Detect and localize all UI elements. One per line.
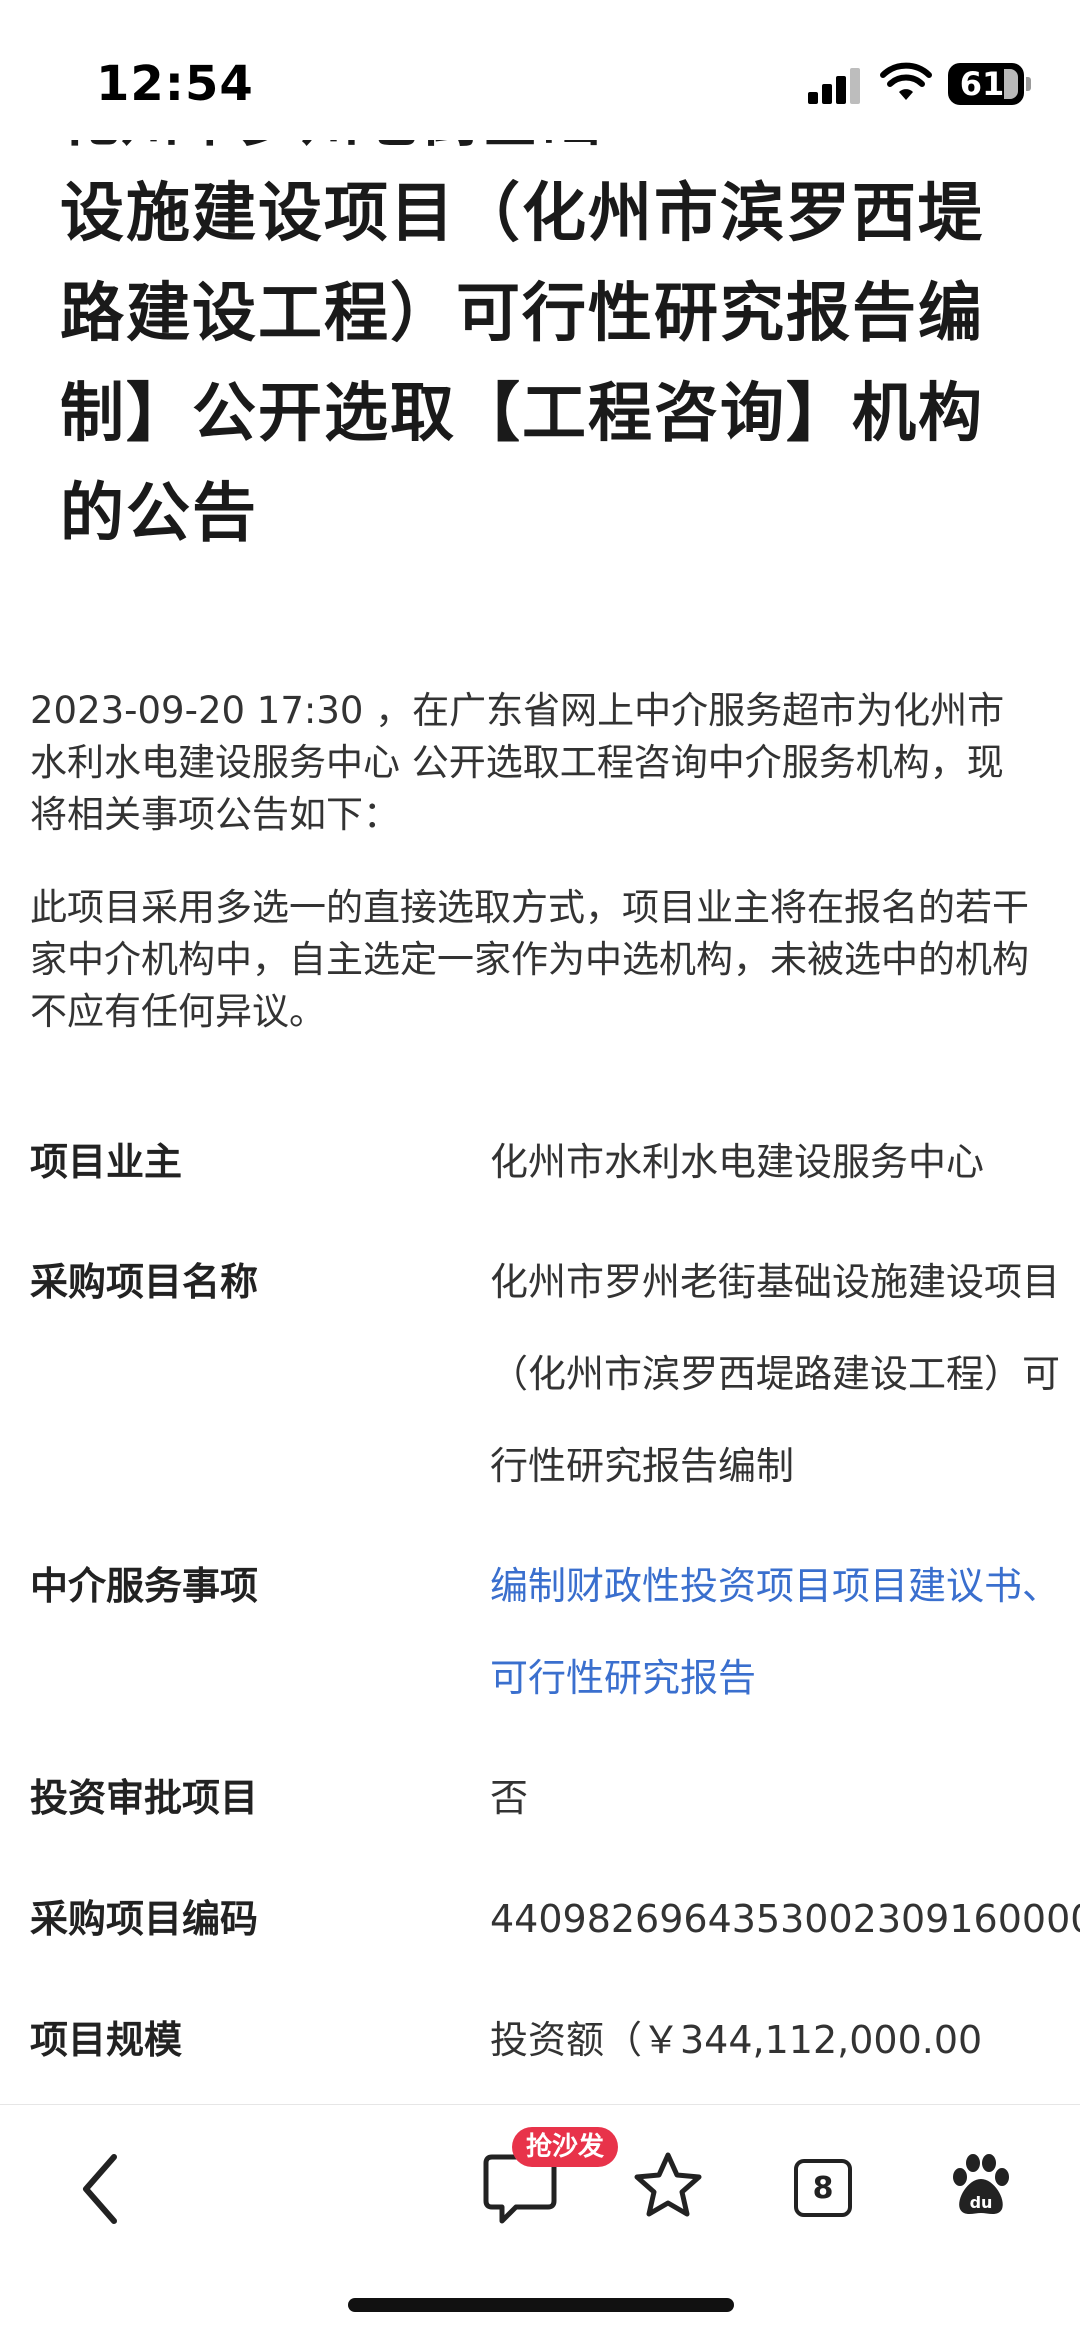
detail-value: 化州市水利水电建设服务中心: [490, 1140, 985, 1184]
cellular-signal-icon: [808, 66, 864, 104]
detail-value: 投资额（￥344,112,000.00: [490, 2018, 983, 2062]
intro-paragraph: 2023-09-20 17:30 ，在广东省网上中介服务超市为化州市水利水电建设…: [30, 689, 1005, 836]
article-title: 设施建设项目（化州市滨罗西堤路建设工程）可行性研究报告编制】公开选取【工程咨询】…: [60, 177, 984, 551]
baidu-paw-icon[interactable]: du: [946, 2141, 1016, 2231]
detail-value: 44098269643530023091600009: [490, 1897, 1080, 1941]
selection-rule-paragraph: 此项目采用多选一的直接选取方式，项目业主将在报名的若干家中介机构中，自主选定一家…: [30, 886, 1029, 1033]
tab-count: 8: [794, 2159, 852, 2217]
tabs-icon[interactable]: 8: [794, 2141, 854, 2231]
star-icon[interactable]: [630, 2141, 706, 2231]
detail-label: 项目业主: [30, 1140, 183, 1184]
status-bar: 12:54 61: [0, 0, 1080, 140]
comment-badge[interactable]: 抢沙发: [512, 2127, 619, 2167]
detail-label: 采购项目名称: [30, 1260, 259, 1304]
status-time: 12:54: [96, 56, 254, 112]
detail-value: 化州市罗州老街基础设施建设项目（化州市滨罗西堤路建设工程）可行性研究报告编制: [490, 1260, 1061, 1488]
svg-text:du: du: [970, 2193, 993, 2212]
detail-label: 中介服务事项: [30, 1564, 259, 1608]
wifi-icon: [880, 62, 932, 100]
battery-icon: 61: [948, 63, 1031, 105]
home-indicator: [348, 2298, 734, 2312]
detail-label: 项目规模: [30, 2018, 183, 2062]
back-arrow-icon[interactable]: [70, 2141, 130, 2237]
detail-label: 采购项目编码: [30, 1897, 259, 1941]
battery-level: 61: [959, 65, 1005, 103]
detail-label: 投资审批项目: [30, 1776, 259, 1820]
service-item-link[interactable]: 编制财政性投资项目项目建议书、可行性研究报告: [490, 1540, 1070, 1724]
detail-value: 否: [490, 1776, 529, 1820]
